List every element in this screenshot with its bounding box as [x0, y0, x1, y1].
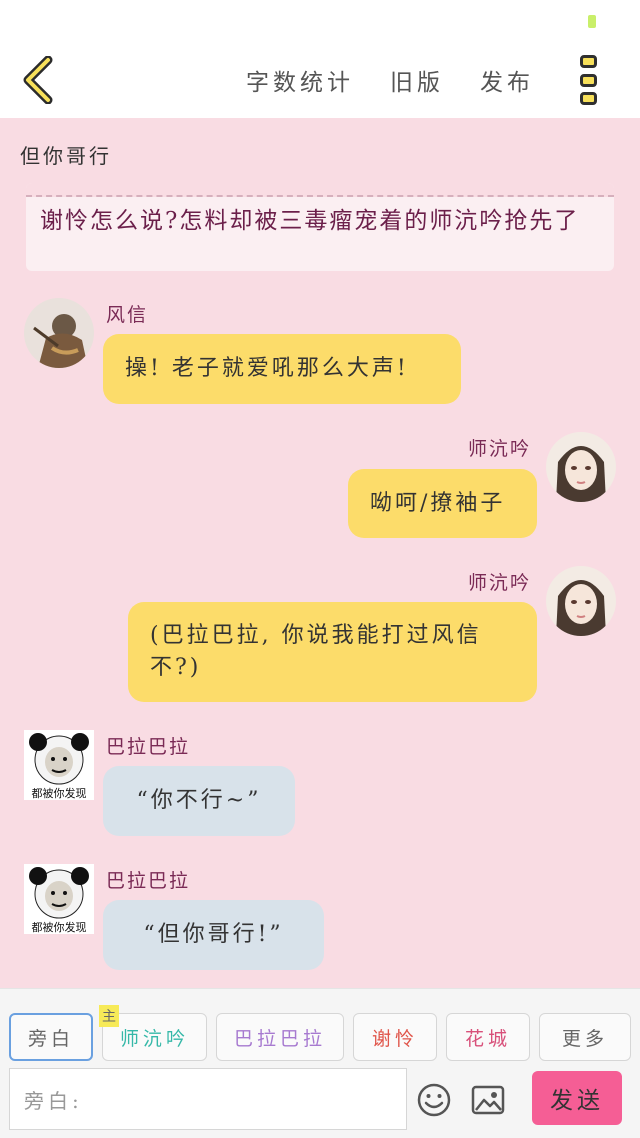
- message-bubble[interactable]: “但你哥行!”: [103, 900, 324, 970]
- narration-text: 谢怜怎么说?怎料却被三毒瘤宠着的师沆吟抢先了: [40, 208, 580, 234]
- top-actions: 字数统计 旧版 发布: [246, 62, 534, 98]
- message-text-line: (巴拉巴拉, 你说我能打过风信: [150, 623, 482, 648]
- role-label: 旁白: [27, 1027, 74, 1050]
- more-roles-button[interactable]: 更多: [539, 1013, 631, 1061]
- role-label: 谢怜: [371, 1027, 418, 1050]
- input-row: 旁白: 发送: [0, 1068, 640, 1130]
- menu-dot-icon: [580, 92, 597, 105]
- back-button[interactable]: [18, 55, 62, 105]
- speaker-name: 巴拉巴拉: [106, 736, 191, 758]
- warrior-avatar-icon: [24, 298, 94, 368]
- old-version-button[interactable]: 旧版: [390, 63, 444, 97]
- avatar-caption: 都被你发现: [32, 920, 87, 934]
- role-button-balabala[interactable]: 巴拉巴拉: [216, 1013, 344, 1061]
- speaker-name: 师沆吟: [468, 572, 532, 594]
- role-label: 花城: [464, 1027, 511, 1050]
- page-title: 但你哥行: [20, 144, 112, 168]
- chevron-left-icon: [23, 55, 53, 105]
- smiley-icon: [417, 1083, 451, 1117]
- message-bubble[interactable]: “你不行~”: [103, 766, 295, 836]
- role-label: 师沆吟: [119, 1027, 189, 1050]
- role-button-narration[interactable]: 旁白: [9, 1013, 93, 1061]
- message-input[interactable]: 旁白:: [9, 1068, 407, 1130]
- publish-button[interactable]: 发布: [480, 63, 534, 97]
- role-selector: 旁白 师沆吟 巴拉巴拉 谢怜 花城 更多: [0, 1013, 640, 1061]
- avatar-caption: 都被你发现: [32, 786, 87, 800]
- speaker-name: 师沆吟: [468, 438, 532, 460]
- more-menu-button[interactable]: [578, 55, 600, 105]
- avatar-fengxin[interactable]: [24, 298, 94, 368]
- input-placeholder: 旁白:: [24, 1088, 83, 1113]
- main-role-badge: 主: [99, 1005, 119, 1027]
- role-button-xielian[interactable]: 谢怜: [353, 1013, 437, 1061]
- scroll-cut-divider: [26, 183, 614, 197]
- avatar-balabala[interactable]: 都被你发现: [24, 730, 94, 800]
- message-bubble[interactable]: 操! 老子就爱吼那么大声!: [103, 334, 461, 404]
- avatar-shiyuanyin[interactable]: [546, 432, 616, 502]
- menu-dot-icon: [580, 55, 597, 68]
- role-button-huacheng[interactable]: 花城: [446, 1013, 530, 1061]
- emoji-button[interactable]: [416, 1082, 452, 1118]
- role-label: 更多: [561, 1027, 608, 1050]
- message-text-line: 不?): [150, 655, 202, 680]
- speaker-name: 巴拉巴拉: [106, 870, 191, 892]
- girl-avatar-icon: [546, 432, 616, 502]
- panda-meme-avatar-icon: 都被你发现: [24, 864, 94, 934]
- speaker-name: 风信: [106, 304, 149, 326]
- word-count-button[interactable]: 字数统计: [246, 63, 354, 97]
- avatar-balabala[interactable]: 都被你发现: [24, 864, 94, 934]
- send-button[interactable]: 发送: [532, 1071, 622, 1125]
- panda-meme-avatar-icon: 都被你发现: [24, 730, 94, 800]
- composer-panel: 旁白 师沆吟 巴拉巴拉 谢怜 花城 更多 主 旁白: 发送: [0, 988, 640, 1138]
- role-label: 巴拉巴拉: [233, 1027, 326, 1050]
- narration-box[interactable]: 谢怜怎么说?怎料却被三毒瘤宠着的师沆吟抢先了: [26, 183, 614, 271]
- image-button[interactable]: [470, 1082, 506, 1118]
- image-icon: [471, 1085, 505, 1115]
- message-bubble[interactable]: 呦呵/撩袖子: [348, 469, 537, 538]
- girl-avatar-icon: [546, 566, 616, 636]
- menu-dot-icon: [580, 73, 597, 87]
- battery-indicator: [588, 15, 596, 28]
- message-bubble[interactable]: (巴拉巴拉, 你说我能打过风信 不?): [128, 602, 537, 702]
- top-bar: 字数统计 旧版 发布: [0, 0, 640, 118]
- avatar-shiyuanyin[interactable]: [546, 566, 616, 636]
